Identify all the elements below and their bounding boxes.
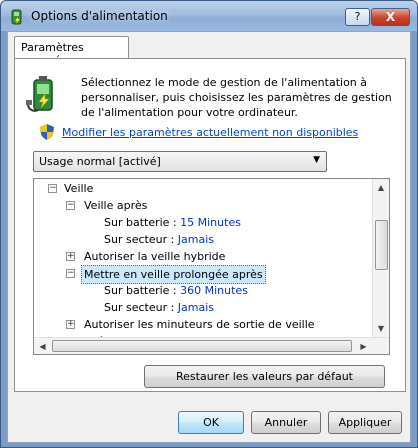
tree-label: Sur secteur : <box>104 233 175 246</box>
collapse-icon[interactable]: − <box>66 269 75 278</box>
tree-label: Veille après <box>84 199 148 212</box>
vertical-scroll-thumb[interactable] <box>375 220 388 270</box>
chevron-down-icon: ▼ <box>313 155 320 165</box>
apply-button[interactable]: Appliquer <box>328 411 402 434</box>
ok-button[interactable]: OK <box>178 411 244 434</box>
vertical-scrollbar[interactable]: ▲ ▼ <box>372 179 389 337</box>
power-plan-select[interactable]: Usage normal [activé] ▼ <box>33 151 327 172</box>
scroll-left-arrow-icon[interactable]: ◀ <box>34 338 51 354</box>
tree-label: Sur batterie : <box>104 284 177 297</box>
collapse-icon[interactable]: − <box>48 184 57 193</box>
tab-advanced-settings[interactable]: Paramètres avancés <box>14 36 129 67</box>
help-button[interactable]: ? <box>345 8 370 26</box>
tree-value[interactable]: Jamais <box>178 301 214 314</box>
power-plan-value: Usage normal [activé] <box>39 155 161 168</box>
cancel-button[interactable]: Annuler <box>251 411 321 434</box>
tree-leaf-va-batterie[interactable]: Sur batterie : 15 Minutes <box>104 214 241 231</box>
tree-label: Autoriser les minuteurs de sortie de vei… <box>84 318 315 331</box>
tree-value[interactable]: Jamais <box>178 233 214 246</box>
tree-label: Veille <box>64 182 94 195</box>
tree-label: Autoriser la veille hybride <box>84 250 226 263</box>
scroll-up-arrow-icon[interactable]: ▲ <box>373 179 389 196</box>
tree-leaf-vp-secteur[interactable]: Sur secteur : Jamais <box>104 299 214 316</box>
power-options-icon <box>11 9 22 25</box>
tree-value[interactable]: 15 Minutes <box>180 216 241 229</box>
power-options-window: Options d'alimentation ? X Paramètres av… <box>0 0 418 448</box>
tree-leaf-va-secteur[interactable]: Sur secteur : Jamais <box>104 231 214 248</box>
title-bar[interactable]: Options d'alimentation ? X <box>1 1 417 31</box>
uac-shield-icon <box>40 124 54 140</box>
tree-value[interactable]: 360 Minutes <box>180 284 248 297</box>
collapse-icon[interactable]: − <box>66 201 75 210</box>
intro-text: Sélectionnez le mode de gestion de l'ali… <box>81 76 392 119</box>
battery-plug-icon <box>26 76 53 112</box>
horizontal-scrollbar[interactable]: ◀ ▶ <box>34 337 389 354</box>
scroll-right-arrow-icon[interactable]: ▶ <box>355 338 372 354</box>
tree-leaf-vp-batterie[interactable]: Sur batterie : 360 Minutes <box>104 282 248 299</box>
close-button[interactable]: X <box>371 8 410 26</box>
restore-defaults-button[interactable]: Restaurer les valeurs par défaut <box>144 365 385 388</box>
scroll-down-arrow-icon[interactable]: ▼ <box>373 320 389 337</box>
dialog-body: Paramètres avancés Sélectionnez le mode … <box>7 31 411 443</box>
tree-label: Sur secteur : <box>104 301 175 314</box>
horizontal-scroll-thumb[interactable] <box>52 340 352 352</box>
expand-icon[interactable]: + <box>66 320 75 329</box>
settings-tree[interactable]: − Veille − Veille après Sur batterie : 1… <box>33 178 390 355</box>
change-unavailable-settings-link[interactable]: Modifier les paramètres actuellement non… <box>62 126 358 139</box>
tree-label: Sur batterie : <box>104 216 177 229</box>
window-title: Options d'alimentation <box>31 9 168 23</box>
expand-icon[interactable]: + <box>66 252 75 261</box>
